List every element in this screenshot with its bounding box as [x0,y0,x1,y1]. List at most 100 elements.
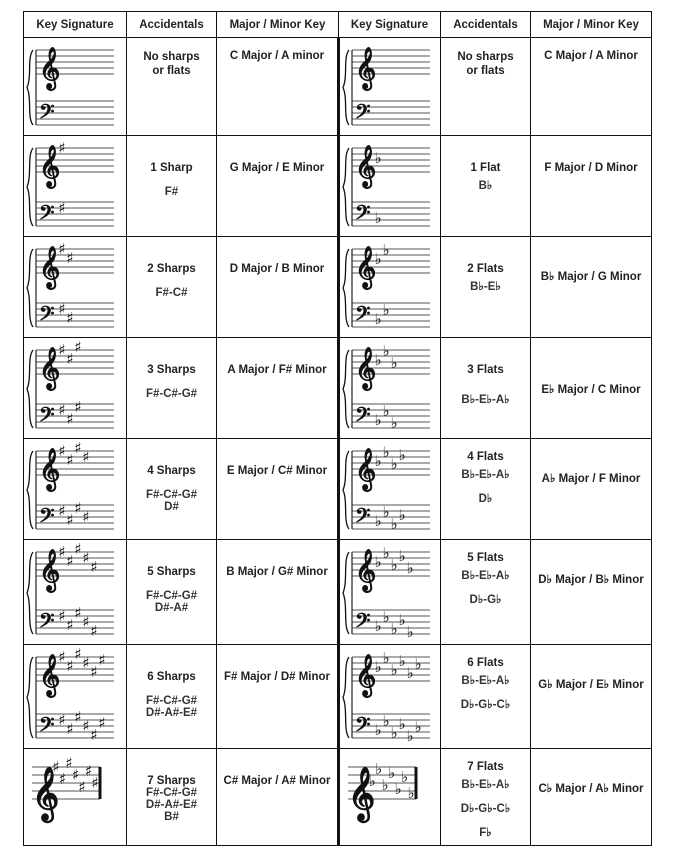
flat-icon: ♭ [374,452,381,470]
accidentals-cell: No sharps or flats [126,37,217,136]
grand-staff: 𝄞𝄢 [26,46,114,128]
major-minor-key-cell: B Major / G# Minor [216,539,339,645]
treble-clef-icon: 𝄞 [355,245,376,290]
major-minor-key-cell: B♭ Major / G Minor [530,236,652,338]
key-signature-cell: 𝄞 𝄢 ♭ ♭ ♭ ♭ [337,236,441,338]
major-minor-key-cell: A Major / F# Minor [216,337,339,439]
sharp-icon: ♯ [78,778,85,796]
bass-clef-icon: 𝄢 [355,301,370,330]
treble-clef-icon: 𝄞 [39,144,60,189]
brace-icon [26,349,34,429]
sharp-icon: ♯ [98,714,105,732]
accidentals-list: B♭-E♭ [470,281,501,293]
key-name: B♭ Major / G Minor [540,271,642,283]
key-signature-cell: 𝄞 𝄢 ♭ ♭ ♭ ♭ ♭ ♭ ♭ ♭ ♭ ♭ ♭ ♭ [337,644,441,749]
bass-clef-icon: 𝄢 [355,712,370,741]
accidentals-list: B# [164,811,179,823]
grand-staff: 𝄞𝄢 [342,46,430,128]
bass-clef-icon: 𝄢 [355,200,370,229]
accidentals-list: F#-C#-G# [145,590,198,602]
flat-icon: ♭ [382,301,389,319]
grand-staff: 𝄞𝄢♯ ♯♯ ♯ [26,240,114,330]
key-signature-cell: 𝄞 𝄢 [23,37,127,136]
grand-staff: 𝄞𝄢♭♭ [342,144,430,229]
brace-icon [342,147,350,227]
key-name: F Major / D Minor [544,162,638,174]
brace-icon [342,49,350,126]
sharp-icon: ♯ [58,607,65,625]
sharp-icon: ♯ [58,300,65,318]
treble-clef-icon: 𝄞 [39,46,60,91]
accidentals-list: F#-C# [155,287,188,299]
key-row: 𝄞 ♯ ♯ ♯ ♯ ♯ ♯ ♯ 7 Sharps F#-C#-G# D#-A#-E# B# C# Maj… [23,748,652,846]
sharp-icon: ♯ [74,708,81,726]
key-name: C# Major / A# Minor [223,775,331,787]
header-key-signature: Key Signature [23,11,127,38]
accidentals-cell: 2 Sharps F#-C# [126,236,217,338]
flat-icon: ♭ [390,724,397,742]
accidentals-count: 1 Flat [470,162,501,174]
brace-icon [342,248,350,328]
accidentals-count: No sharps or flats [457,51,514,77]
flat-icon: ♭ [374,209,381,227]
treble-staff: 𝄞♭♭♭♭♭♭♭ [348,760,418,823]
accidentals-list: B♭-E♭-A♭ [461,394,510,406]
bass-clef-icon: 𝄢 [39,712,54,741]
flat-icon: ♭ [382,649,389,667]
sharp-icon: ♯ [90,726,97,744]
sharp-icon: ♯ [66,309,73,327]
key-name: G♭ Major / E♭ Minor [538,679,644,691]
flat-icon: ♭ [398,547,405,565]
accidentals-count: 7 Flats [467,761,504,773]
major-minor-key-cell: E♭ Major / C Minor [530,337,652,439]
sharp-icon: ♯ [74,439,81,457]
accidentals-count: 7 Sharps [147,775,196,787]
accidentals-list: D♭-G♭ [469,594,502,606]
accidentals-count: 2 Sharps [147,263,196,275]
flat-icon: ♭ [407,784,414,802]
header-key-signature: Key Signature [338,11,441,38]
sharp-icon: ♯ [90,622,97,640]
accidentals-cell: 7 Sharps F#-C#-G# D#-A#-E# B# [126,748,217,846]
accidentals-count: 5 Flats [467,552,504,564]
flat-icon: ♭ [374,310,381,328]
treble-clef-icon: 𝄞 [39,346,60,391]
brace-icon [342,349,350,429]
flat-icon: ♭ [374,512,381,530]
flat-icon: ♭ [414,655,421,673]
key-signature-cell: 𝄞 𝄢 ♯ ♯ ♯ ♯ [23,236,127,338]
key-row: 𝄞 𝄢 No sharps or flats C Major / A minor 𝄞 𝄢 N… [23,37,652,136]
major-minor-key-cell: D Major / B Minor [216,236,339,338]
key-name: D Major / B Minor [229,263,325,275]
accidentals-count: 6 Sharps [147,671,196,683]
sharp-icon: ♯ [66,552,73,570]
key-name: G Major / E Minor [229,162,325,174]
flat-icon: ♭ [374,351,381,369]
flat-icon: ♭ [390,620,397,638]
flat-icon: ♭ [406,623,413,641]
sharp-icon: ♯ [59,770,66,788]
treble-clef-icon: 𝄞 [355,46,376,91]
header-row: Key Signature Accidentals Major / Minor … [23,11,652,38]
header-accidentals: Accidentals [126,11,217,38]
key-row: 𝄞 𝄢 ♯ ♯ ♯ ♯ ♯ ♯ ♯ ♯ ♯ ♯ 5 Sharps F#-C#-G# D#-A# B Major… [23,539,652,645]
sharp-icon: ♯ [66,350,73,368]
accidentals-cell: No sharps or flats [440,37,531,136]
key-name: C♭ Major / A♭ Minor [538,783,644,795]
accidentals-cell: 2 Flats B♭-E♭ [440,236,531,338]
header-major-minor-key: Major / Minor Key [530,11,652,38]
accidentals-list: F#-C#-G# [145,787,198,799]
brace-icon [26,551,34,635]
sharp-icon: ♯ [98,651,105,669]
flat-icon: ♭ [406,559,413,577]
major-minor-key-cell: E Major / C# Minor [216,438,339,540]
bass-clef-icon: 𝄢 [355,99,370,128]
key-row: 𝄞 𝄢 ♯ ♯ ♯ ♯ ♯ ♯ ♯ ♯ ♯ ♯ ♯ ♯ 6 Sharps F#-C#-G# D#-A#-E# F#… [23,644,652,749]
grand-staff: 𝄞𝄢♭ ♭♭♭ ♭♭ [342,342,430,432]
accidentals-list: B♭-E♭-A♭ [461,675,510,687]
key-name: F# Major / D# Minor [223,671,331,683]
key-signature-cell: 𝄞 𝄢 ♯ ♯ ♯ ♯ ♯ ♯ [23,337,127,439]
header-accidentals: Accidentals [440,11,531,38]
sharp-icon: ♯ [58,199,65,217]
key-row: 𝄞 𝄢 ♯ ♯ ♯ ♯ ♯ ♯ ♯ ♯ 4 Sharps F#-C#-G# D# E Major / C#… [23,438,652,540]
